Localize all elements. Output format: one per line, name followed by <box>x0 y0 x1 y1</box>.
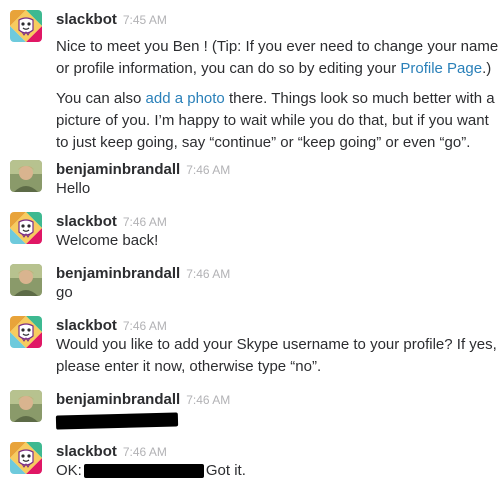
timestamp[interactable]: 7:46 AM <box>186 393 230 407</box>
author-name[interactable]: benjaminbrandall <box>56 265 180 282</box>
author-name[interactable]: benjaminbrandall <box>56 161 180 178</box>
message-text: You can also <box>56 90 146 107</box>
slackbot-avatar-icon[interactable] <box>10 316 42 348</box>
message-body <box>55 410 500 432</box>
timestamp[interactable]: 7:46 AM <box>186 163 230 177</box>
timestamp[interactable]: 7:45 AM <box>123 13 167 27</box>
timestamp[interactable]: 7:46 AM <box>123 319 167 333</box>
timestamp[interactable]: 7:46 AM <box>186 267 230 281</box>
message-text: Would you like to add your Skype usernam… <box>56 336 497 375</box>
message-header: slackbot 7:46 AM <box>56 316 167 336</box>
message-paragraph-2: You can also add a photo there. Things l… <box>56 88 500 154</box>
message-header: slackbot 7:45 AM <box>56 10 167 30</box>
message-text: OK: <box>56 462 82 479</box>
message-body: go <box>56 282 500 304</box>
message-header: slackbot 7:46 AM <box>56 212 167 232</box>
author-name[interactable]: slackbot <box>56 317 117 334</box>
message-header: benjaminbrandall 7:46 AM <box>56 264 230 284</box>
message-body: Nice to meet you Ben ! (Tip: If you ever… <box>56 36 500 154</box>
slackbot-avatar-icon[interactable] <box>10 442 42 474</box>
message-text: Welcome back! <box>56 232 159 249</box>
timestamp[interactable]: 7:46 AM <box>123 215 167 229</box>
message-body: Hello <box>56 178 500 200</box>
message-text: Hello <box>56 180 91 197</box>
author-name[interactable]: slackbot <box>56 443 117 460</box>
user-photo-avatar[interactable] <box>10 264 42 296</box>
message-header: benjaminbrandall 7:46 AM <box>56 160 230 180</box>
redaction-bar <box>55 412 179 430</box>
profile-page-link[interactable]: Profile Page <box>400 60 482 77</box>
author-name[interactable]: slackbot <box>56 11 117 28</box>
redaction-bar <box>83 464 204 479</box>
message-body: Welcome back! <box>56 230 500 252</box>
message-header: slackbot 7:46 AM <box>56 442 167 462</box>
message-text-end: .) <box>482 60 492 77</box>
message-paragraph-1: Nice to meet you Ben ! (Tip: If you ever… <box>56 36 500 80</box>
timestamp[interactable]: 7:46 AM <box>123 445 167 459</box>
user-photo-avatar[interactable] <box>10 390 42 422</box>
user-photo-avatar[interactable] <box>10 160 42 192</box>
message-header: benjaminbrandall 7:46 AM <box>56 390 230 410</box>
message-feed: slackbot 7:45 AM Nice to meet you Ben ! (… <box>0 0 504 488</box>
slackbot-avatar-icon[interactable] <box>10 10 42 42</box>
author-name[interactable]: slackbot <box>56 213 117 230</box>
message-body: OK: Got it. <box>56 460 500 482</box>
add-photo-link[interactable]: add a photo <box>146 90 225 107</box>
message-text: go <box>56 284 73 301</box>
message-body: Would you like to add your Skype usernam… <box>56 334 500 378</box>
author-name[interactable]: benjaminbrandall <box>56 391 180 408</box>
slackbot-avatar-icon[interactable] <box>10 212 42 244</box>
message-text: Got it. <box>205 462 246 479</box>
